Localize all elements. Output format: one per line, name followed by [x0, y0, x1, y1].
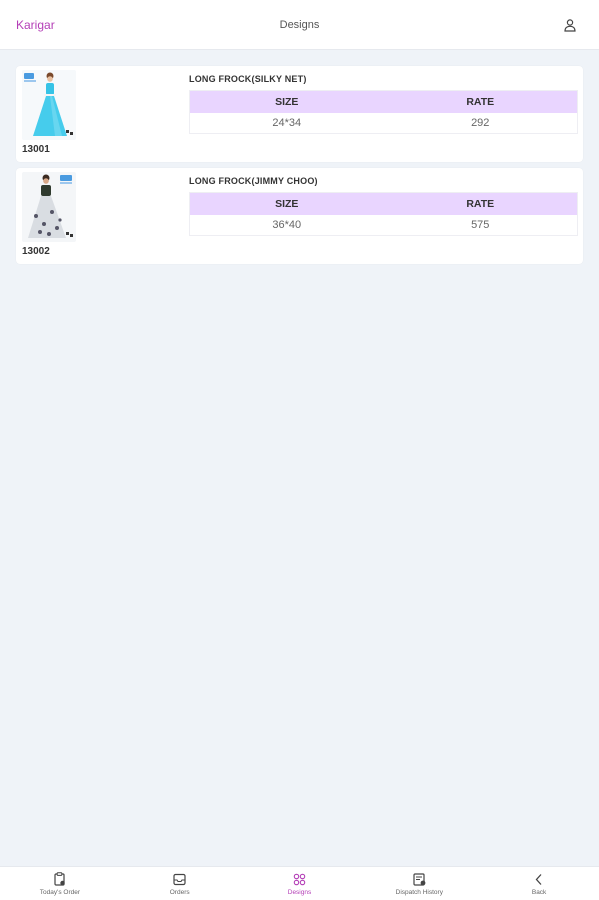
nav-label: Designs	[287, 889, 312, 896]
nav-back[interactable]: Back	[479, 867, 599, 900]
profile-button[interactable]	[561, 16, 579, 34]
size-value: 36*40	[272, 219, 302, 231]
rate-header: RATE	[466, 198, 495, 210]
rate-value: 292	[471, 117, 490, 129]
design-name: LONG FROCK(JIMMY CHOO)	[189, 176, 318, 186]
bottom-nav: Today's Order Orders Designs Dispatch Hi…	[0, 866, 599, 900]
size-value: 24*34	[272, 117, 302, 129]
design-code: 13001	[22, 144, 50, 155]
size-header: SIZE	[275, 198, 299, 210]
inbox-icon	[173, 873, 186, 885]
user-icon	[564, 19, 576, 32]
design-code: 13002	[22, 246, 50, 257]
size-header: SIZE	[275, 96, 299, 108]
nav-label: Back	[531, 889, 547, 896]
nav-orders[interactable]: Orders	[120, 867, 240, 900]
nav-designs[interactable]: Designs	[240, 867, 360, 900]
table-row: 36*40 575	[190, 215, 577, 235]
rate-value: 575	[471, 219, 490, 231]
table-header-row: SIZE RATE	[190, 193, 577, 215]
app-header: Karigar Designs	[0, 0, 599, 50]
clipboard-icon	[54, 872, 66, 886]
chevron-left-icon	[535, 873, 542, 885]
nav-label: Dispatch History	[395, 889, 443, 896]
design-card[interactable]: 13002 LONG FROCK(JIMMY CHOO) SIZE RATE 3…	[16, 168, 583, 264]
size-rate-table: SIZE RATE 24*34 292	[189, 90, 578, 134]
nav-label: Today's Order	[39, 889, 81, 896]
table-row: 24*34 292	[190, 113, 577, 133]
design-image[interactable]	[22, 172, 76, 242]
size-rate-table: SIZE RATE 36*40 575	[189, 192, 578, 236]
nav-label: Orders	[169, 889, 190, 896]
rate-header: RATE	[466, 96, 495, 108]
page-title: Designs	[279, 19, 320, 31]
table-header-row: SIZE RATE	[190, 91, 577, 113]
nav-dispatch-history[interactable]: Dispatch History	[359, 867, 479, 900]
history-icon	[413, 872, 426, 886]
nav-todays-order[interactable]: Today's Order	[0, 867, 120, 900]
design-image[interactable]	[22, 70, 76, 140]
design-card[interactable]: 13001 LONG FROCK(SILKY NET) SIZE RATE 24…	[16, 66, 583, 162]
design-name: LONG FROCK(SILKY NET)	[189, 74, 307, 84]
grid-icon	[293, 873, 306, 885]
